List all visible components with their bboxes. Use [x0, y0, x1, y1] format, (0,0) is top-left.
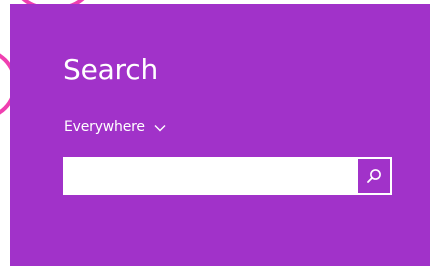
search-input[interactable] [63, 157, 354, 195]
magnifier-icon [367, 169, 381, 183]
search-charm-pane: Search Everywhere [10, 4, 430, 266]
screen: Search Everywhere [0, 0, 433, 266]
search-button[interactable] [358, 159, 390, 193]
search-scope-label: Everywhere [64, 119, 145, 135]
search-box [63, 157, 392, 195]
search-pane-title: Search [63, 53, 158, 86]
search-scope-dropdown[interactable]: Everywhere [64, 118, 166, 136]
chevron-down-icon [154, 125, 166, 132]
